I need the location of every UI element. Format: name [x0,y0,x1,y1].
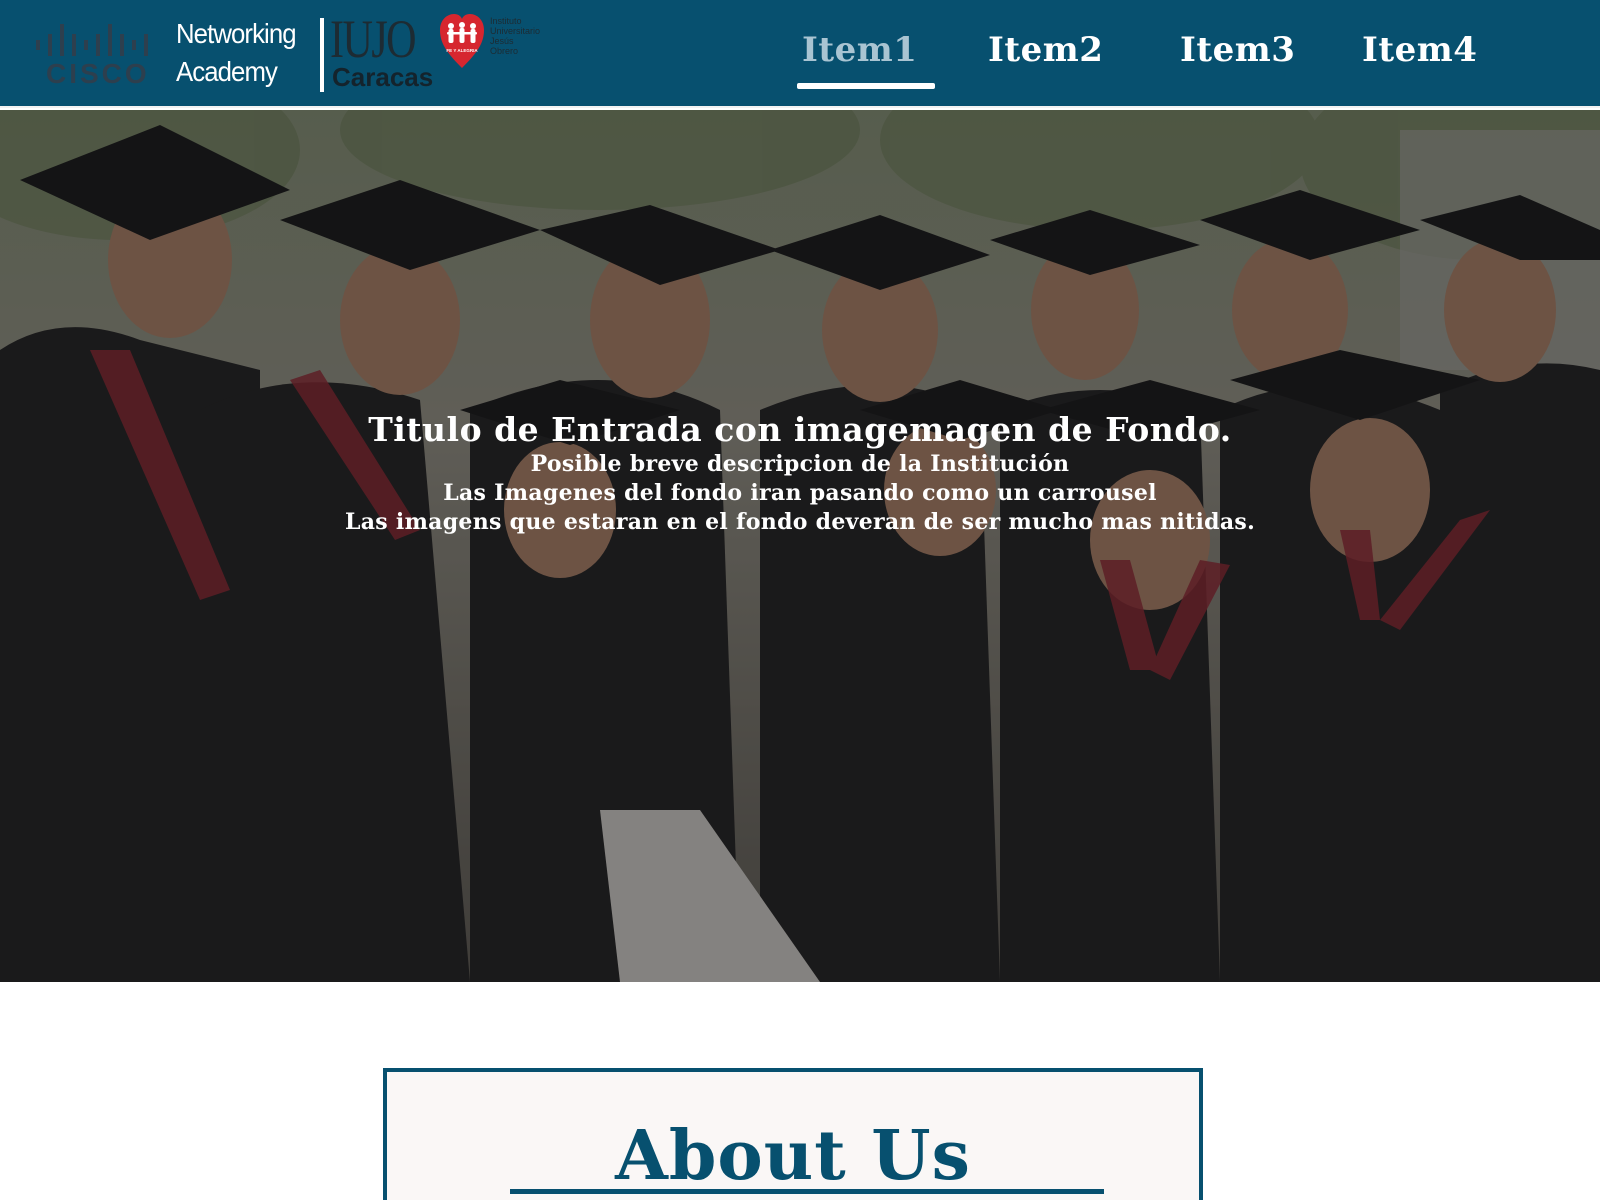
iujo-wordmark: IUJO [330,9,417,69]
hero-description-line: Las imagens que estaran en el fondo deve… [344,509,1256,535]
hero-title: Titulo de Entrada con imagemagen de Fond… [368,410,1232,449]
academy-line-1: Networking [176,18,297,49]
heart-children-icon: FE Y ALEGRIA [440,14,484,68]
institute-line: Instituto [490,16,522,26]
caracas-wordmark: Caracas [332,62,434,92]
nav-item-4[interactable]: Item4 [1362,30,1477,70]
institute-line: Universitario [490,26,541,36]
about-us-underline [510,1189,1104,1194]
cisco-wordmark: CISCO [46,58,150,89]
hero-carousel[interactable]: Titulo de Entrada con imagemagen de Fond… [0,110,1600,982]
about-us-section: About Us [383,1068,1203,1200]
site-header: CISCO Networking Academy IUJO Caracas FE… [0,0,1600,108]
logo-divider [320,18,324,92]
nav-item-3[interactable]: Item3 [1180,30,1295,70]
hero-description-line: Las Imagenes del fondo iran pasando como… [443,480,1157,506]
institute-line: Jesús [490,36,514,46]
nav-active-indicator [797,83,935,89]
heart-caption: FE Y ALEGRIA [446,48,478,53]
institute-line: Obrero [490,46,519,56]
hero-dim-overlay [0,110,1600,982]
hero-caption: Titulo de Entrada con imagemagen de Fond… [0,410,1600,537]
hero-description-line: Posible breve descripcion de la Instituc… [530,451,1070,477]
about-us-title: About Us [615,1116,971,1196]
nav-item-2[interactable]: Item2 [988,30,1103,70]
cisco-bars-icon [36,24,148,56]
nav-item-1[interactable]: Item1 [802,30,917,70]
logo-group[interactable]: CISCO Networking Academy IUJO Caracas FE… [0,0,560,108]
academy-line-2: Academy [176,56,278,87]
institute-name: Instituto Universitario Jesús Obrero [490,16,550,56]
